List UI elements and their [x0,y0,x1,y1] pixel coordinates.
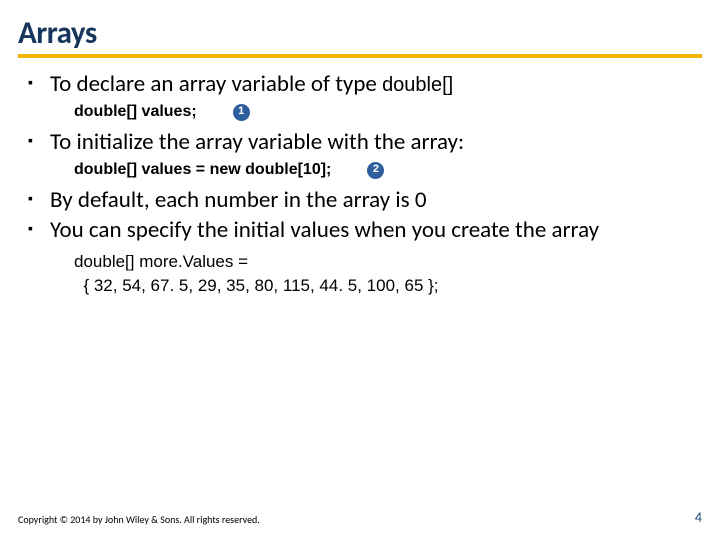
code-text: double[] values; [74,102,197,122]
page-title: Arrays [18,14,702,52]
bullet-text-pre: To declare an array variable of type [50,70,382,98]
title-rule [18,54,702,58]
callout-badge-2: 2 [367,162,384,179]
copyright-text: Copyright © 2014 by John Wiley & Sons. A… [18,513,260,526]
page-number: 4 [695,509,702,526]
bullet-text: To initialize the array variable with th… [50,128,464,156]
callout-badge-1: 1 [233,104,250,121]
code-line-declare: double[] values; 1 [50,102,702,122]
bullet-text: You can specify the initial values when … [50,216,599,244]
bullet-item-declare: To declare an array variable of type dou… [26,70,702,122]
inline-code-type: double[] [382,74,453,96]
bullet-list: To declare an array variable of type dou… [18,70,702,298]
bullet-item-specify: You can specify the initial values when … [26,216,702,298]
slide: Arrays To declare an array variable of t… [0,0,720,540]
code-text: double[] values = new double[10]; [74,160,331,180]
footer: Copyright © 2014 by John Wiley & Sons. A… [18,509,702,526]
code-block-morevalues: double[] more.Values = { 32, 54, 67. 5, … [50,250,702,298]
bullet-text: To declare an array variable of type dou… [50,70,453,98]
bullet-item-default: By default, each number in the array is … [26,186,702,214]
code-text-line1: double[] more.Values = [74,250,702,274]
bullet-item-initialize: To initialize the array variable with th… [26,128,702,180]
code-line-initialize: double[] values = new double[10]; 2 [50,160,702,180]
code-text-line2: { 32, 54, 67. 5, 29, 35, 80, 115, 44. 5,… [74,274,702,298]
bullet-text: By default, each number in the array is … [50,186,426,214]
